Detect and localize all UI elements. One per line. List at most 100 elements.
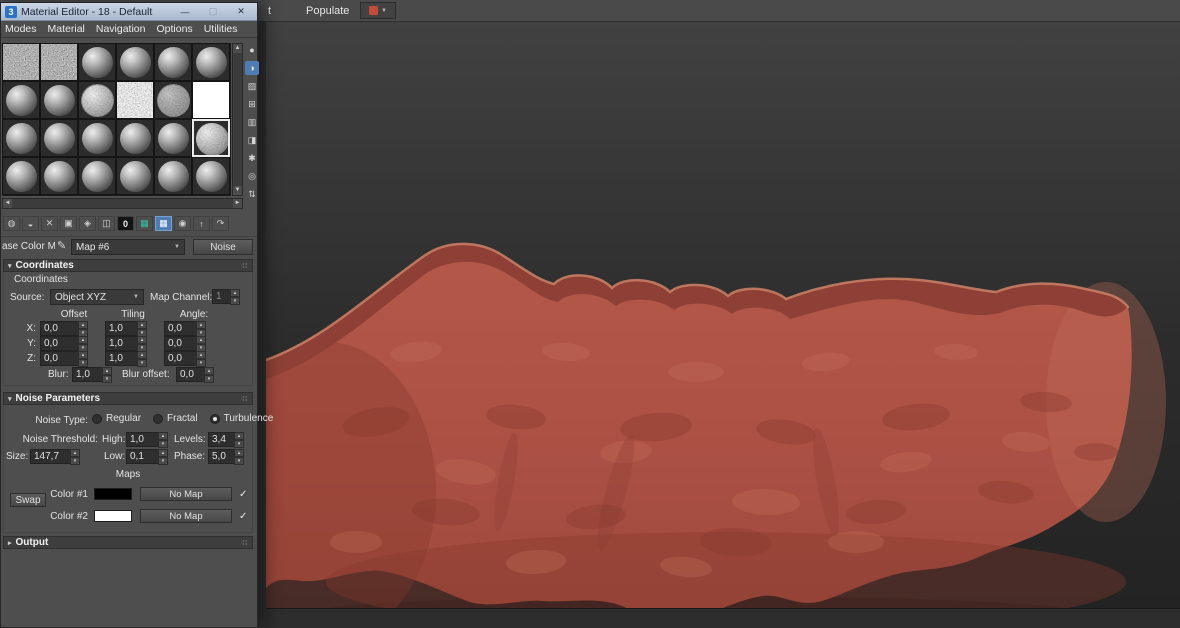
spinner-up-icon[interactable]: ▴ (234, 449, 244, 457)
sample-slot[interactable] (2, 119, 40, 157)
swap-button[interactable]: Swap (10, 493, 46, 507)
go-to-parent-button[interactable]: ↑ (193, 216, 210, 231)
spinner-arrows[interactable]: ▴▾ (196, 321, 206, 336)
spinner-arrows[interactable]: ▴▾ (196, 336, 206, 351)
phase-spinner[interactable]: 5,0 ▴▾ (208, 449, 244, 464)
spinner-down-icon[interactable]: ▾ (234, 440, 244, 448)
select-by-material-button[interactable]: ◎ (245, 169, 259, 183)
generate-preview-button[interactable]: ◨ (245, 133, 259, 147)
map-enable-checkbox[interactable]: ✓ (239, 489, 247, 500)
low-spinner[interactable]: 0,1 ▴▾ (126, 449, 168, 464)
make-material-copy-button[interactable]: ▣ (60, 216, 77, 231)
menu-modes[interactable]: Modes (5, 23, 37, 35)
sample-slot[interactable] (116, 157, 154, 195)
spinner-arrows[interactable]: ▴▾ (204, 367, 214, 382)
spinner-arrows[interactable]: ▴▾ (137, 351, 147, 366)
sample-scroll-down-button[interactable]: ▼ (233, 186, 242, 195)
blur-offset-spinner[interactable]: 0,0 ▴▾ (176, 367, 214, 382)
spinner-down-icon[interactable]: ▾ (158, 457, 168, 465)
window-titlebar[interactable]: 3 Material Editor - 18 - Default — ▢ ✕ (1, 3, 257, 21)
spinner-arrows[interactable]: ▴▾ (102, 367, 112, 382)
sample-slot[interactable] (78, 119, 116, 157)
background-button[interactable]: ▨ (245, 79, 259, 93)
menu-populate[interactable]: Populate (306, 5, 349, 17)
sample-slot[interactable] (2, 43, 40, 81)
sample-slot[interactable] (116, 43, 154, 81)
tiling-spinner[interactable]: 1,0▴▾ (105, 336, 147, 351)
map-button[interactable]: No Map (140, 487, 232, 501)
sample-type-button[interactable]: ● (245, 43, 259, 57)
radio-regular[interactable]: Regular (92, 413, 141, 424)
spinner-up-icon[interactable]: ▴ (70, 449, 80, 457)
reset-map-button[interactable]: ✕ (41, 216, 58, 231)
spinner-down-icon[interactable]: ▾ (204, 375, 214, 383)
menu-material[interactable]: Material (48, 23, 85, 35)
sample-slot[interactable] (116, 81, 154, 119)
spinner-arrows[interactable]: ▴▾ (137, 336, 147, 351)
spinner-up-icon[interactable]: ▴ (78, 336, 88, 344)
offset-spinner[interactable]: 0,0▴▾ (40, 336, 88, 351)
spinner-down-icon[interactable]: ▾ (137, 359, 147, 367)
make-unique-button[interactable]: ◈ (79, 216, 96, 231)
maximize-button[interactable]: ▢ (201, 6, 225, 17)
sample-scroll-left-button[interactable]: ◄ (3, 199, 12, 208)
angle-spinner[interactable]: 0,0▴▾ (164, 336, 206, 351)
sample-slot[interactable] (40, 157, 78, 195)
sample-slot[interactable] (116, 119, 154, 157)
high-spinner[interactable]: 1,0 ▴▾ (126, 432, 168, 447)
show-map-in-viewport-button[interactable]: ▦ (155, 216, 172, 231)
spinner-arrows[interactable]: ▴▾ (78, 321, 88, 336)
map-enable-checkbox[interactable]: ✓ (239, 511, 247, 522)
sample-slot[interactable] (154, 81, 192, 119)
viewport[interactable] (266, 22, 1180, 608)
sample-slot[interactable] (192, 81, 230, 119)
sample-scrollbar-horizontal[interactable]: ◄ ► (2, 198, 243, 209)
get-material-button[interactable]: ◍ (3, 216, 20, 231)
spinner-up-icon[interactable]: ▴ (158, 449, 168, 457)
spinner-up-icon[interactable]: ▴ (196, 321, 206, 329)
spinner-down-icon[interactable]: ▾ (196, 359, 206, 367)
spinner-up-icon[interactable]: ▴ (230, 289, 240, 297)
map-button[interactable]: No Map (140, 509, 232, 523)
spinner-up-icon[interactable]: ▴ (137, 351, 147, 359)
sample-slot[interactable] (2, 157, 40, 195)
menu-options[interactable]: Options (157, 23, 193, 35)
spinner-arrows[interactable]: ▴▾ (234, 449, 244, 464)
rollout-coordinates-header[interactable]: ▾ Coordinates ∷ (3, 259, 253, 272)
spinner-up-icon[interactable]: ▴ (196, 336, 206, 344)
spinner-down-icon[interactable]: ▾ (234, 457, 244, 465)
go-forward-sibling-button[interactable]: ↷ (212, 216, 229, 231)
sample-slot[interactable] (2, 81, 40, 119)
spinner-arrows[interactable]: ▴▾ (70, 449, 80, 464)
menu-fragment[interactable]: t (268, 5, 271, 17)
put-to-library-button[interactable]: ◫ (98, 216, 115, 231)
offset-spinner[interactable]: 0,0▴▾ (40, 321, 88, 336)
sample-slot[interactable] (154, 157, 192, 195)
video-color-check-button[interactable]: ▥ (245, 115, 259, 129)
sample-slot[interactable] (40, 43, 78, 81)
close-button[interactable]: ✕ (229, 6, 253, 17)
backlight-button[interactable]: ◑ (245, 61, 259, 75)
spinner-up-icon[interactable]: ▴ (102, 367, 112, 375)
material-id-channel-button[interactable]: 0 (117, 216, 134, 231)
sample-slot[interactable] (154, 119, 192, 157)
spinner-up-icon[interactable]: ▴ (137, 321, 147, 329)
size-spinner[interactable]: 147,7 ▴▾ (30, 449, 80, 464)
put-material-to-scene-button[interactable]: ◒ (22, 216, 39, 231)
offset-spinner[interactable]: 0,0▴▾ (40, 351, 88, 366)
spinner-arrows[interactable]: ▴▾ (158, 449, 168, 464)
angle-spinner[interactable]: 0,0▴▾ (164, 351, 206, 366)
tiling-spinner[interactable]: 1,0▴▾ (105, 321, 147, 336)
menu-utilities[interactable]: Utilities (204, 23, 238, 35)
spinner-up-icon[interactable]: ▴ (78, 351, 88, 359)
sample-slot[interactable] (192, 119, 230, 157)
sample-scrollbar-vertical[interactable]: ▲ ▼ (232, 43, 243, 196)
sample-slot[interactable] (40, 119, 78, 157)
spinner-down-icon[interactable]: ▾ (102, 375, 112, 383)
rollout-noise-header[interactable]: ▾ Noise Parameters ∷ (3, 392, 253, 405)
populate-flyout-button[interactable]: ▼ (360, 2, 396, 19)
spinner-up-icon[interactable]: ▴ (158, 432, 168, 440)
sample-scroll-up-button[interactable]: ▲ (233, 44, 242, 53)
radio-turbulence[interactable]: Turbulence (210, 413, 274, 424)
menu-navigation[interactable]: Navigation (96, 23, 146, 35)
